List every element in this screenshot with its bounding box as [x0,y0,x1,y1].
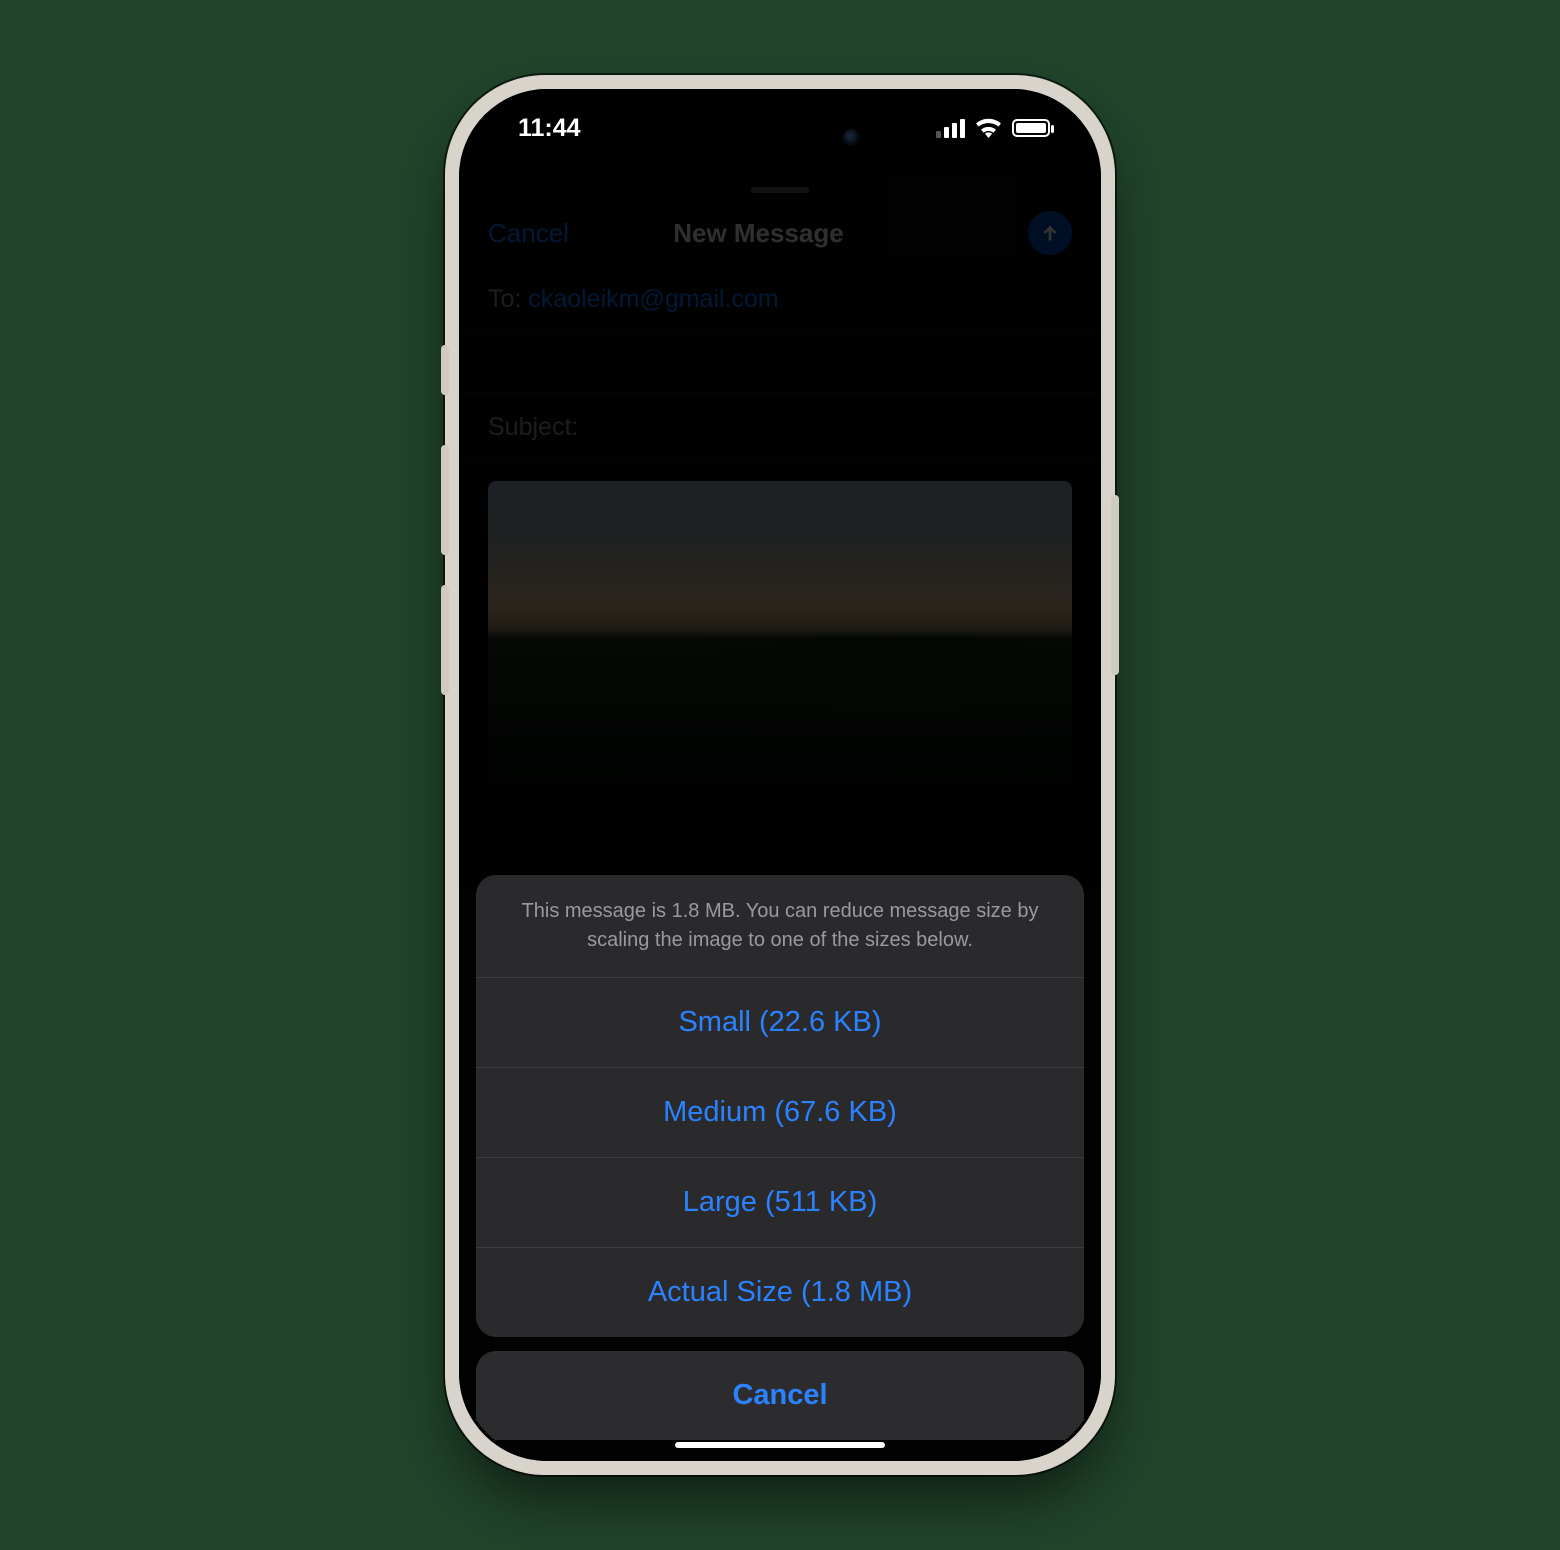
side-button-silence [441,345,449,395]
size-option-large[interactable]: Large (511 KB) [476,1158,1084,1248]
front-camera-icon [843,129,861,147]
size-option-actual[interactable]: Actual Size (1.8 MB) [476,1248,1084,1337]
status-time: 11:44 [518,114,581,143]
side-button-power [1111,495,1119,675]
side-button-vol-up [441,445,449,555]
cell-signal-icon [936,119,965,138]
phone-frame: 11:44 [445,75,1115,1475]
action-sheet-info: This message is 1.8 MB. You can reduce m… [476,875,1084,978]
size-option-small[interactable]: Small (22.6 KB) [476,978,1084,1068]
side-button-vol-down [441,585,449,695]
battery-icon [1012,119,1050,137]
image-size-action-sheet: This message is 1.8 MB. You can reduce m… [476,875,1084,1440]
home-indicator[interactable] [675,1442,885,1448]
size-option-medium[interactable]: Medium (67.6 KB) [476,1068,1084,1158]
action-sheet-cancel-button[interactable]: Cancel [476,1351,1084,1440]
dynamic-island [685,116,875,160]
wifi-icon [975,118,1002,138]
